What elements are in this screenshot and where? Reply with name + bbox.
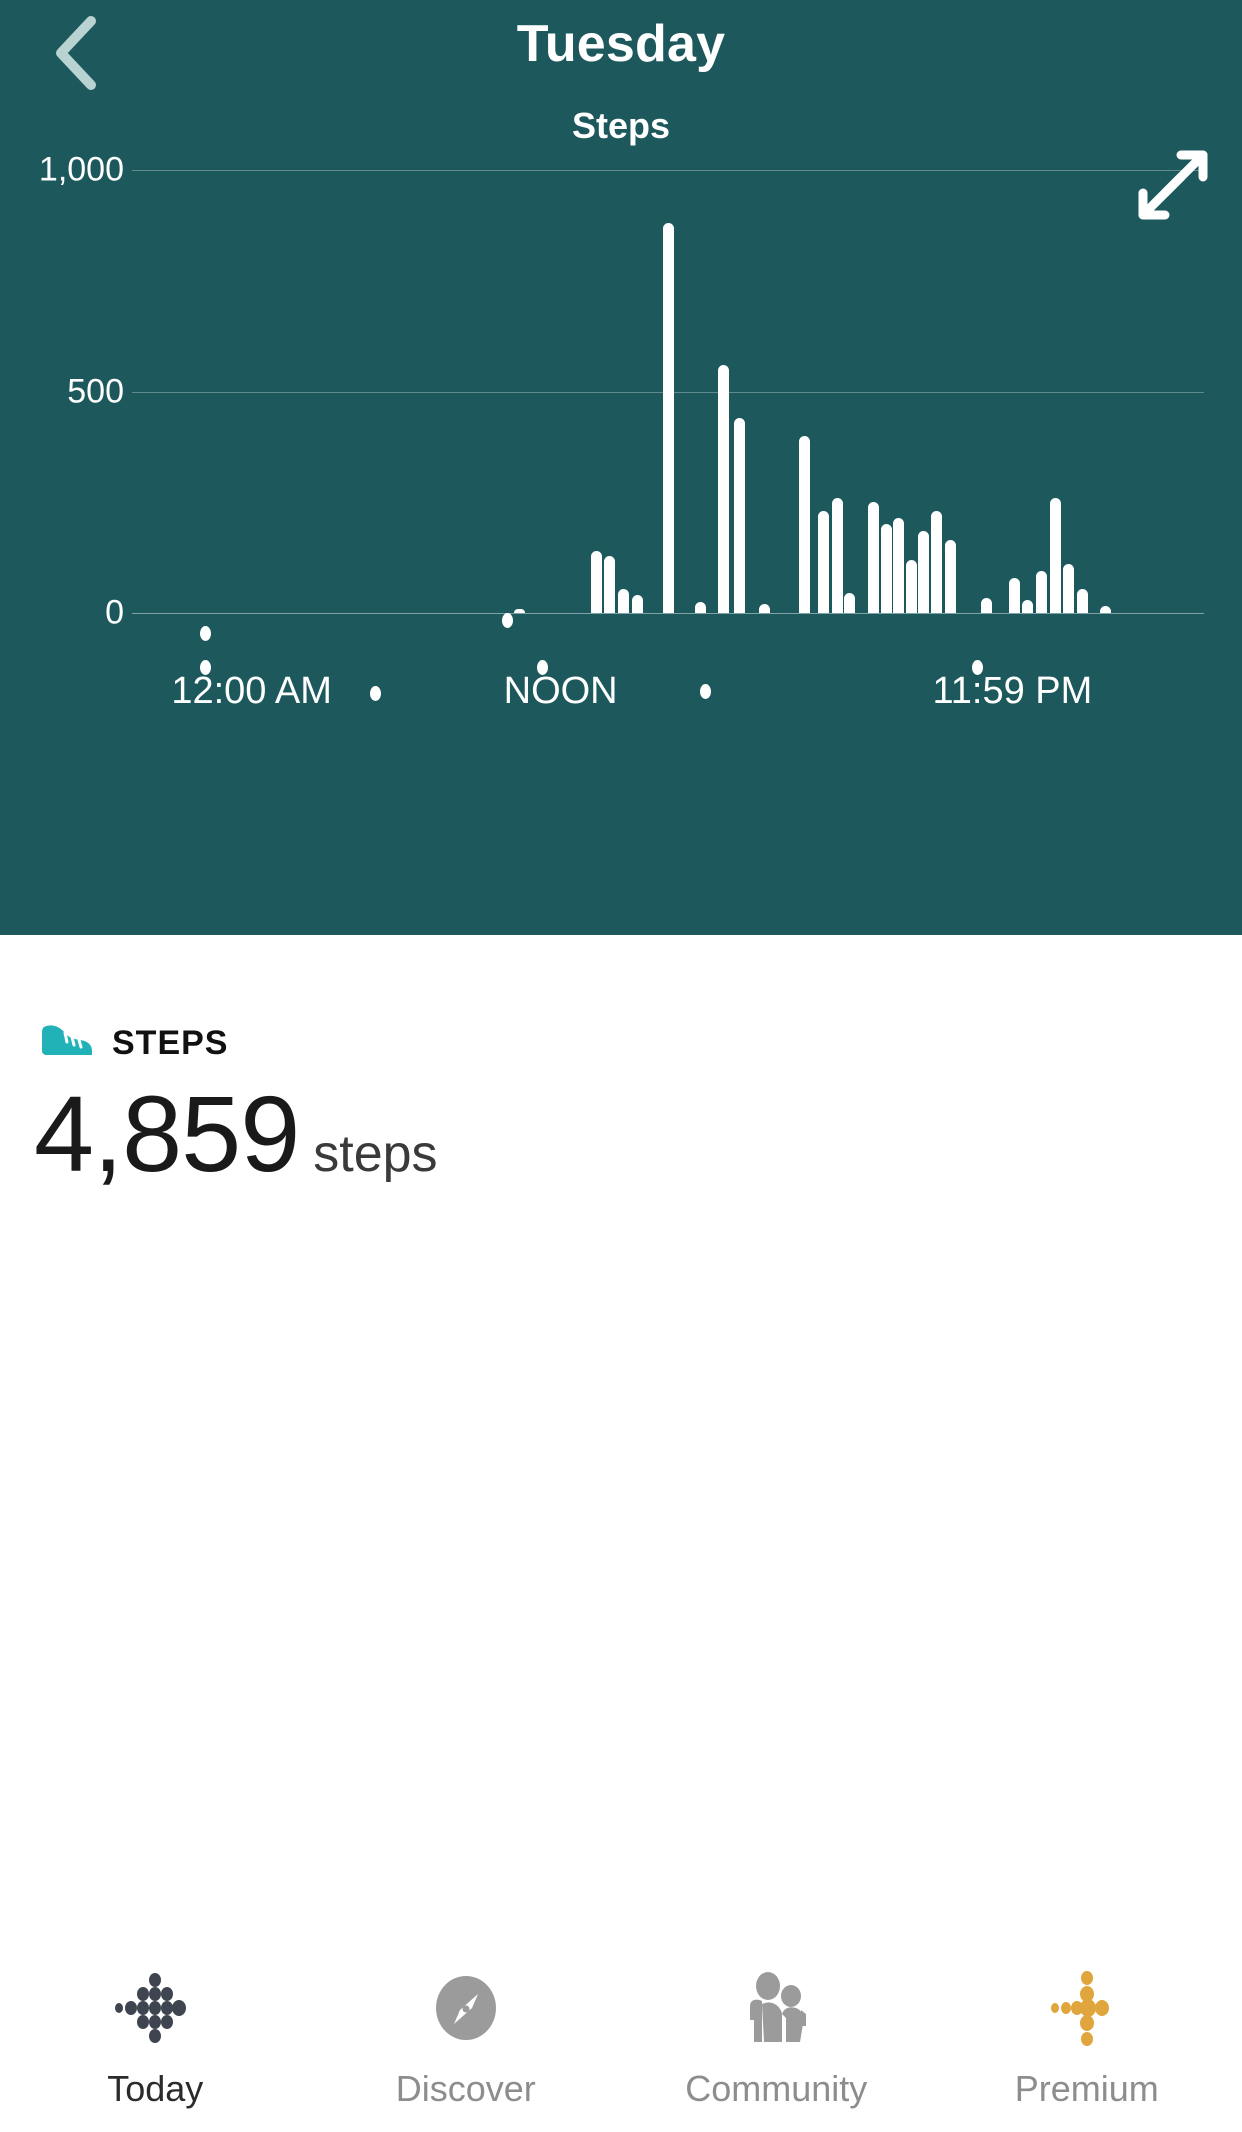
tab-today-label: Today [107, 2068, 204, 2109]
steps-unit: steps [313, 1125, 438, 1183]
chart-bar [906, 559, 918, 613]
chart-bar [662, 223, 674, 613]
x-axis-dot [501, 613, 513, 628]
compass-icon [422, 1962, 510, 2062]
steps-summary-card: STEPS 4,859 steps [0, 935, 1242, 1985]
fitbit-dots-icon [111, 1962, 199, 2062]
x-axis-label: 12:00 AM [171, 670, 332, 712]
steps-value: 4,859 [34, 1073, 300, 1194]
chart-bar [831, 497, 843, 613]
tab-community-label: Community [685, 2068, 868, 2109]
chart-bar [618, 588, 630, 613]
chart-bar [604, 556, 616, 613]
chart-bar [590, 550, 602, 613]
chart-bar [513, 609, 525, 613]
chart-plot-area [132, 170, 1204, 613]
chart-bar [844, 593, 856, 613]
x-axis-dot [700, 684, 712, 699]
steps-label: STEPS [112, 1024, 229, 1062]
chart-bar [1063, 564, 1075, 613]
tab-discover-label: Discover [395, 2068, 536, 2109]
chart-bar [880, 524, 892, 613]
y-axis-label-500: 500 [67, 372, 124, 410]
chart-bar [817, 511, 829, 613]
steps-value-row: 4,859 steps [34, 1080, 438, 1188]
x-axis-label: NOON [503, 670, 618, 712]
chart-bar [931, 511, 943, 613]
shoe-icon [40, 1021, 94, 1066]
chart-bar [917, 531, 929, 613]
chart-bar [981, 597, 993, 613]
people-icon [732, 1962, 820, 2062]
tab-discover[interactable]: Discover [311, 1932, 622, 2110]
y-axis-label-1000: 1,000 [38, 150, 124, 189]
chart-bar [758, 604, 770, 613]
chart-bar [1008, 577, 1020, 613]
premium-dots-icon [1043, 1962, 1131, 2062]
chart-bar [695, 601, 707, 613]
y-axis-label-0: 0 [105, 593, 124, 632]
x-axis-dot [199, 626, 211, 641]
chart-bar [893, 517, 905, 613]
chart-bar [734, 418, 746, 613]
gridline-0 [132, 613, 1204, 614]
chart-bar [867, 502, 879, 613]
chart-bar [945, 539, 957, 613]
steps-bar-chart[interactable]: 0 500 1,000 12:00 AM NOON 11:59 PM [0, 0, 1242, 935]
chart-bar [798, 435, 810, 613]
chart-bar [717, 364, 729, 613]
x-axis-dot [369, 686, 381, 701]
chart-bar [1035, 570, 1047, 613]
tab-community[interactable]: Community [621, 1932, 932, 2110]
x-axis-label: 11:59 PM [932, 670, 1093, 712]
chart-bar [631, 595, 643, 613]
chart-bar [1076, 588, 1088, 613]
steps-summary-header: STEPS [40, 1021, 228, 1066]
tab-today[interactable]: Today [0, 1932, 311, 2110]
tab-premium[interactable]: Premium [932, 1932, 1242, 2110]
bottom-tab-bar: Today Discover Community Premium [0, 1932, 1242, 2132]
tab-premium-label: Premium [1014, 2068, 1159, 2109]
chart-bar [1049, 497, 1061, 613]
chart-bar [1022, 599, 1034, 613]
steps-chart-panel: Tuesday Steps 0 500 1,000 12:00 AM NOON 11:5… [0, 0, 1242, 935]
chart-bar [1099, 606, 1111, 613]
